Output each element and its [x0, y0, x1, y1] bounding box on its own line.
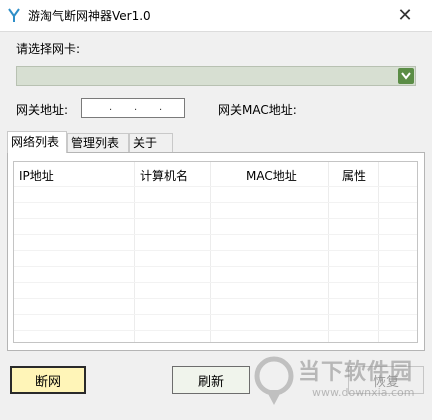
row-divider	[14, 298, 417, 299]
refresh-button[interactable]: 刷新	[172, 366, 250, 394]
tab-bar: 网络列表 管理列表 关于	[7, 131, 177, 153]
row-divider	[14, 330, 417, 331]
tab-about[interactable]: 关于	[129, 133, 173, 152]
column-header-mac[interactable]: MAC地址	[246, 167, 297, 184]
row-divider	[14, 266, 417, 267]
column-header-property[interactable]: 属性	[342, 167, 366, 184]
ip-dot: .	[159, 102, 163, 113]
gateway-mac-label: 网关MAC地址:	[218, 103, 297, 117]
adapter-select[interactable]	[16, 66, 416, 86]
tab-manage-list[interactable]: 管理列表	[67, 133, 129, 152]
restore-button[interactable]: 恢复	[348, 366, 424, 394]
row-divider	[14, 218, 417, 219]
window-title: 游淘气断网神器Ver1.0	[28, 9, 151, 23]
ip-dot: .	[134, 102, 138, 113]
chevron-down-icon[interactable]	[398, 68, 414, 84]
tab-network-list[interactable]: 网络列表	[7, 131, 67, 153]
watermark-logo	[254, 356, 294, 405]
row-divider	[14, 202, 417, 203]
column-divider	[378, 162, 379, 342]
app-icon	[8, 8, 20, 22]
row-divider	[14, 314, 417, 315]
tab-panel: IP地址 计算机名 MAC地址 属性	[7, 152, 425, 351]
title-bar: 游淘气断网神器Ver1.0 ✕	[0, 0, 432, 32]
column-divider	[210, 162, 211, 342]
close-icon: ✕	[397, 4, 413, 26]
row-divider	[14, 282, 417, 283]
gateway-label: 网关地址:	[16, 103, 69, 117]
ip-dot: .	[109, 102, 113, 113]
list-header: IP地址 计算机名 MAC地址 属性	[14, 162, 417, 186]
row-divider	[14, 250, 417, 251]
host-list[interactable]: IP地址 计算机名 MAC地址 属性	[13, 161, 418, 343]
column-divider	[328, 162, 329, 342]
row-divider	[14, 234, 417, 235]
adapter-label: 请选择网卡:	[16, 42, 81, 56]
disconnect-button[interactable]: 断网	[10, 366, 86, 394]
column-header-computer-name[interactable]: 计算机名	[140, 167, 188, 184]
column-divider	[134, 162, 135, 342]
close-button[interactable]: ✕	[382, 1, 428, 29]
column-header-ip[interactable]: IP地址	[19, 167, 54, 184]
row-divider	[14, 186, 417, 187]
gateway-ip-input[interactable]: . . .	[81, 98, 185, 118]
